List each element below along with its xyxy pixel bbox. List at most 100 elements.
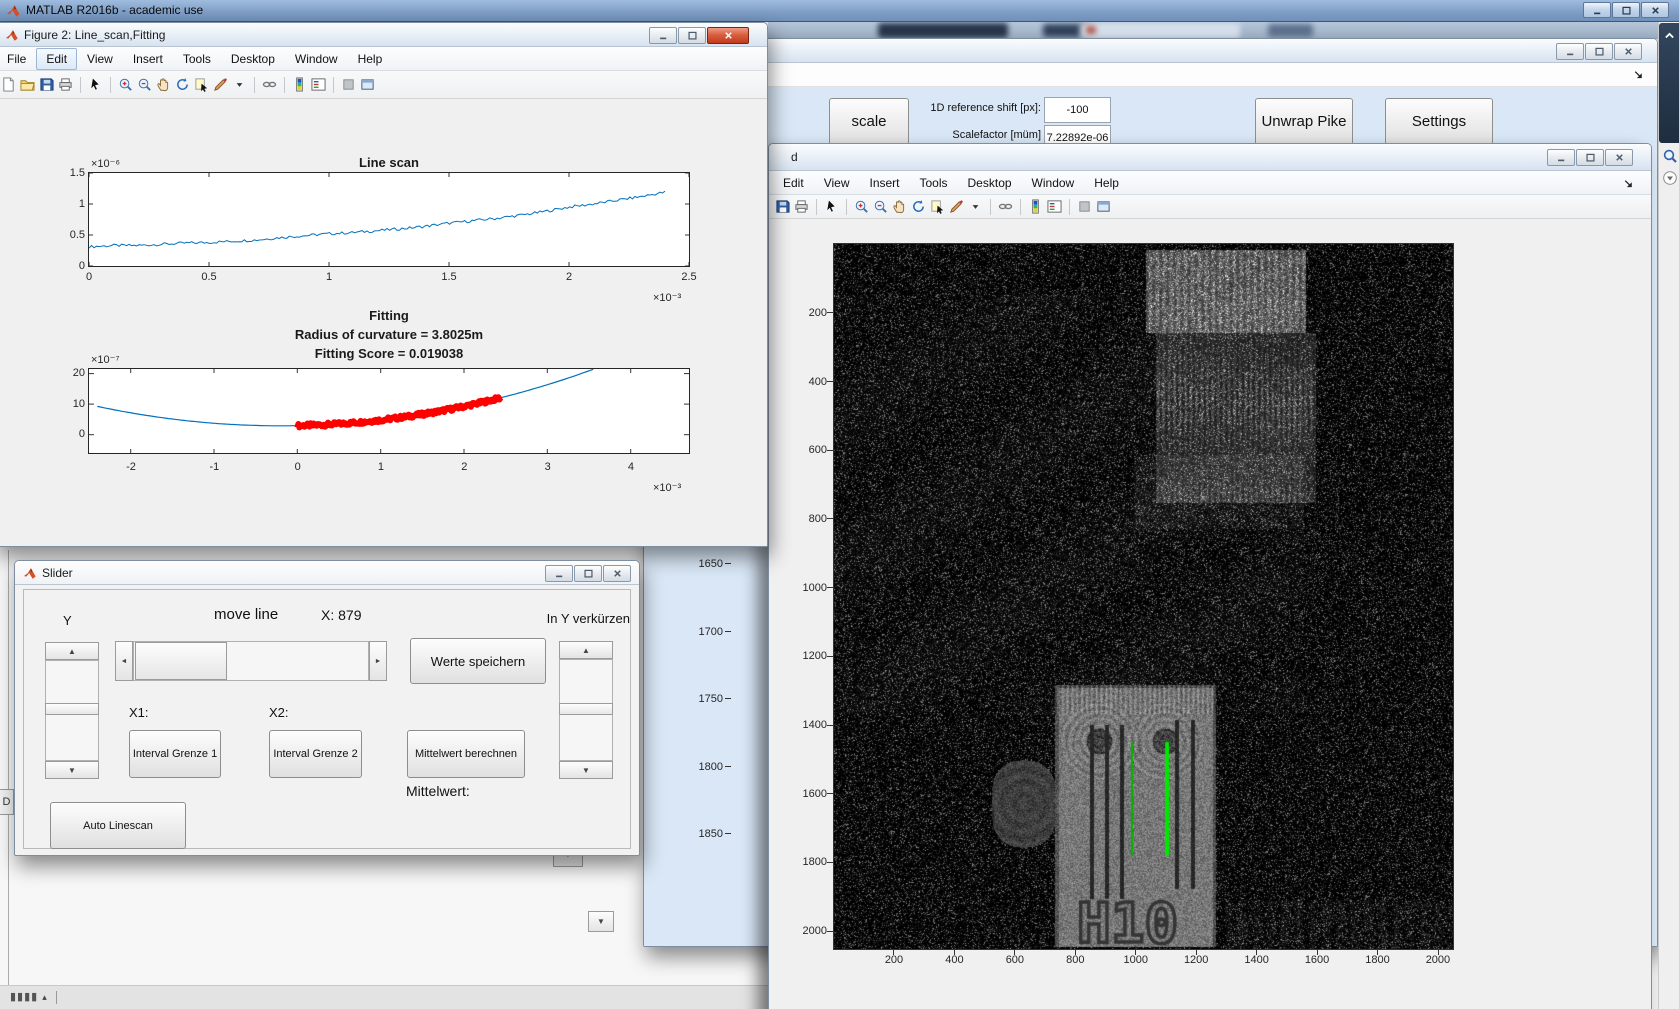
minimize-button[interactable] — [1556, 43, 1584, 60]
caret-down-icon: ▼ — [597, 917, 605, 926]
circle-caret-icon[interactable] — [1662, 170, 1678, 186]
menu-item[interactable]: View — [77, 48, 123, 70]
pan-hand-icon[interactable] — [155, 76, 172, 93]
right-slider-up-button[interactable]: ▲ — [559, 641, 613, 659]
settings-button[interactable]: Settings — [1385, 98, 1493, 145]
link-plots-icon[interactable] — [997, 198, 1014, 215]
menu-item[interactable]: File — [0, 48, 36, 70]
gui-window-titlebar[interactable] — [644, 39, 1657, 63]
move-line-slider-left-button[interactable]: ◄ — [115, 641, 133, 681]
right-slider-thumb[interactable] — [559, 703, 613, 715]
close-button[interactable] — [1641, 2, 1669, 18]
d-tab[interactable]: D — [0, 789, 14, 815]
dock-figure-icon[interactable] — [359, 76, 376, 93]
menu-item[interactable]: Help — [348, 48, 393, 70]
figure-right-window: d Edit View Insert Tools Desktop Window Help 2… — [768, 143, 1652, 1009]
menu-item[interactable]: Window — [285, 48, 348, 70]
move-line-slider-thumb[interactable] — [135, 642, 227, 680]
cursor-icon[interactable] — [823, 198, 840, 215]
toolbar-overflow-icon[interactable] — [1632, 68, 1645, 81]
speckle-image[interactable] — [834, 244, 1453, 949]
legend-icon[interactable] — [310, 76, 327, 93]
zoom-out-icon[interactable] — [872, 198, 889, 215]
maximize-button[interactable] — [574, 565, 602, 582]
brush-icon[interactable] — [212, 76, 229, 93]
minimize-button[interactable] — [1583, 2, 1611, 18]
plain-square-icon[interactable] — [1076, 198, 1093, 215]
rotate-3d-icon[interactable] — [910, 198, 927, 215]
minimize-button[interactable] — [649, 27, 677, 44]
plot1-axes[interactable] — [88, 172, 690, 267]
maximize-button[interactable] — [1585, 43, 1613, 60]
rotate-3d-icon[interactable] — [174, 76, 191, 93]
caret-down-icon[interactable] — [231, 76, 248, 93]
save-icon[interactable] — [774, 198, 791, 215]
axis-tick-label: 1700 — [698, 625, 723, 638]
menu-item[interactable]: Window — [1022, 172, 1085, 194]
save-icon[interactable] — [38, 76, 55, 93]
caret-down-icon[interactable] — [967, 198, 984, 215]
menu-item[interactable]: Desktop — [221, 48, 285, 70]
ref-shift-input[interactable] — [1044, 97, 1111, 123]
menu-item[interactable]: Insert — [859, 172, 909, 194]
menu-item[interactable]: Edit — [36, 47, 78, 70]
collapsed-panel[interactable] — [1659, 23, 1679, 143]
close-button[interactable] — [1605, 149, 1633, 166]
open-folder-icon[interactable] — [19, 76, 36, 93]
menu-item[interactable]: Tools — [910, 172, 958, 194]
interval-limit1-button[interactable]: Interval Grenze 1 — [129, 730, 221, 778]
dock-handle[interactable]: ▮▮▮▮ ▴ — [10, 990, 57, 1004]
unwrap-pike-button[interactable]: Unwrap Pike — [1255, 98, 1353, 145]
left-slider-down-button[interactable]: ▼ — [45, 761, 99, 779]
print-icon[interactable] — [57, 76, 74, 93]
dock-handle-arrow-icon[interactable]: ▴ — [42, 992, 48, 1002]
close-button[interactable] — [1614, 43, 1642, 60]
print-icon[interactable] — [793, 198, 810, 215]
close-button[interactable] — [707, 27, 749, 44]
menu-item[interactable]: Tools — [173, 48, 221, 70]
new-doc-icon[interactable] — [0, 76, 17, 93]
calculate-mean-button[interactable]: Mittelwert berechnen — [407, 730, 525, 778]
pan-hand-icon[interactable] — [891, 198, 908, 215]
link-plots-icon[interactable] — [261, 76, 278, 93]
right-slider-down-button[interactable]: ▼ — [559, 761, 613, 779]
zoom-in-icon[interactable] — [117, 76, 134, 93]
move-line-slider-right-button[interactable]: ► — [369, 641, 387, 681]
toolbar-overflow-icon[interactable] — [1622, 177, 1635, 190]
cursor-icon[interactable] — [87, 76, 104, 93]
scale-button[interactable]: scale — [829, 98, 909, 145]
colorbar-icon[interactable] — [291, 76, 308, 93]
maximize-button[interactable] — [678, 27, 706, 44]
plain-square-icon[interactable] — [340, 76, 357, 93]
colorbar-icon[interactable] — [1027, 198, 1044, 215]
data-cursor-icon[interactable] — [193, 76, 210, 93]
brush-icon[interactable] — [948, 198, 965, 215]
maximize-button[interactable] — [1576, 149, 1604, 166]
menu-item[interactable]: View — [814, 172, 860, 194]
save-values-button[interactable]: Werte speichern — [410, 638, 546, 684]
minimize-button[interactable] — [1547, 149, 1575, 166]
figure-right-titlebar[interactable]: d — [769, 144, 1651, 171]
data-cursor-icon[interactable] — [929, 198, 946, 215]
interval-limit2-button[interactable]: Interval Grenze 2 — [269, 730, 362, 778]
menu-item[interactable]: Edit — [773, 172, 814, 194]
auto-linescan-button[interactable]: Auto Linescan — [50, 802, 186, 849]
background-spinner-button[interactable]: ▼ — [588, 911, 614, 932]
maximize-button[interactable] — [1612, 2, 1640, 18]
menu-item[interactable]: Insert — [123, 48, 173, 70]
menu-item[interactable]: Help — [1084, 172, 1129, 194]
matlab-logo-icon — [6, 3, 21, 18]
left-slider-thumb[interactable] — [45, 703, 99, 715]
menu-item[interactable]: Desktop — [958, 172, 1022, 194]
zoom-out-icon[interactable] — [136, 76, 153, 93]
minimize-button[interactable] — [545, 565, 573, 582]
tick-mark — [1316, 950, 1318, 955]
chevron-up-icon[interactable] — [1663, 29, 1676, 42]
left-slider-up-button[interactable]: ▲ — [45, 642, 99, 660]
legend-icon[interactable] — [1046, 198, 1063, 215]
dock-figure-icon[interactable] — [1095, 198, 1112, 215]
close-button[interactable] — [603, 565, 631, 582]
plot2-axes[interactable] — [88, 368, 690, 454]
search-icon[interactable] — [1662, 148, 1678, 164]
zoom-in-icon[interactable] — [853, 198, 870, 215]
